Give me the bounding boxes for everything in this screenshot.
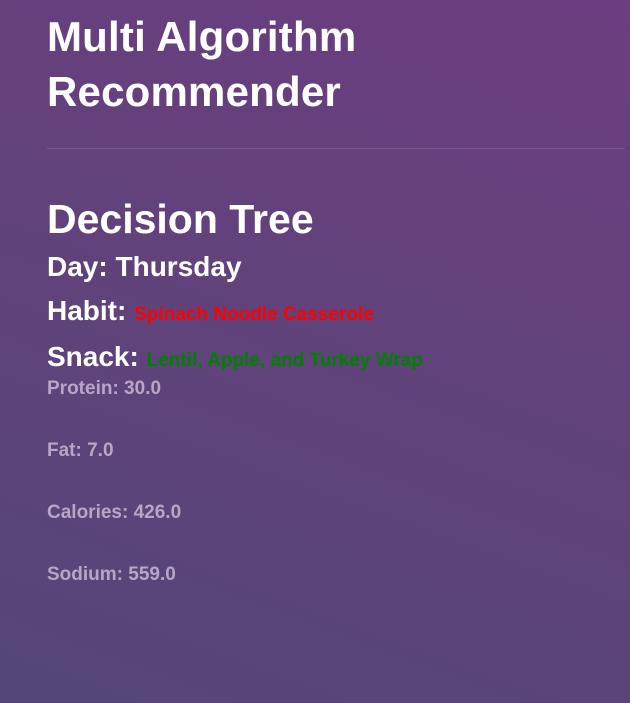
page-content: Multi Algorithm Recommender Decision Tre…	[47, 0, 625, 586]
habit-label: Habit:	[47, 295, 127, 326]
habit-value: Spinach Noodle Casserole	[134, 304, 374, 325]
day-value: Thursday	[115, 251, 242, 282]
habit-row: Habit: Spinach Noodle Casserole	[47, 294, 625, 332]
app-title: Multi Algorithm Recommender	[47, 13, 357, 115]
day-row: Day: Thursday	[47, 250, 625, 284]
calories-value: Calories: 426.0	[47, 502, 182, 523]
header-divider	[47, 148, 625, 149]
section-title: Decision Tree	[47, 196, 314, 242]
snack-row: Snack: Lentil, Apple, and Turkey Wrap	[47, 340, 625, 378]
day-label: Day:	[47, 251, 108, 282]
snack-value: Lentil, Apple, and Turkey Wrap	[146, 350, 423, 371]
fat-value: Fat: 7.0	[47, 440, 114, 461]
protein-value: Protein: 30.0	[47, 378, 162, 399]
snack-label: Snack:	[47, 341, 139, 372]
sodium-value: Sodium: 559.0	[47, 564, 176, 585]
